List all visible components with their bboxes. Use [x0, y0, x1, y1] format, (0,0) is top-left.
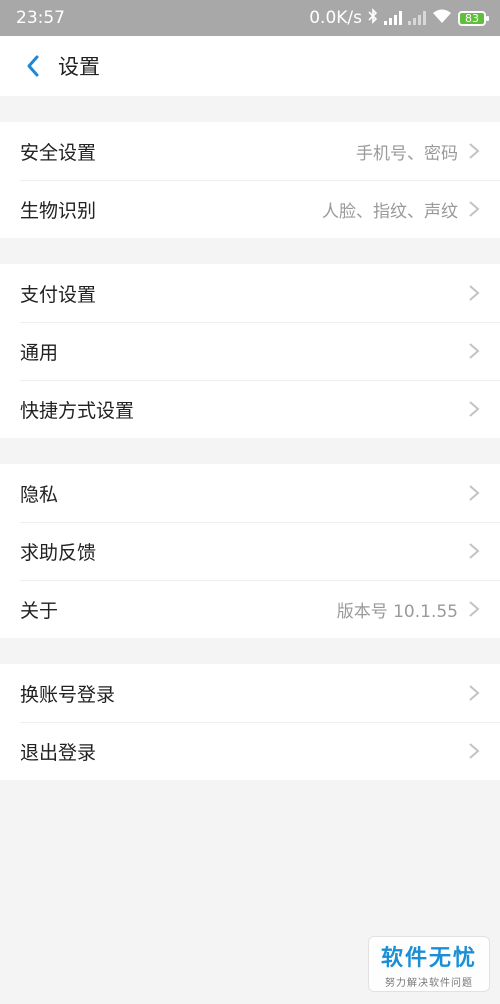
bluetooth-icon: [368, 7, 378, 29]
chevron-right-icon: [469, 485, 480, 501]
settings-item-logout[interactable]: 退出登录: [0, 722, 500, 780]
chevron-right-icon: [469, 201, 480, 217]
settings-item-privacy[interactable]: 隐私: [0, 464, 500, 522]
settings-item-label: 通用: [20, 341, 59, 364]
chevron-right-icon: [469, 743, 480, 759]
settings-item-label: 退出登录: [20, 741, 97, 764]
settings-item-value: 手机号、密码: [356, 143, 458, 164]
chevron-right-icon: [469, 401, 480, 417]
watermark-subtitle: 努力解决软件问题: [385, 977, 473, 989]
settings-item-label: 隐私: [20, 483, 59, 506]
settings-item-label: 求助反馈: [20, 541, 97, 564]
watermark-title: 软件无忧: [380, 945, 477, 971]
settings-group-general: 支付设置 通用 快捷方式设置: [0, 264, 500, 438]
chevron-right-icon: [469, 685, 480, 701]
settings-group-session: 换账号登录 退出登录: [0, 664, 500, 780]
settings-item-label: 安全设置: [20, 141, 97, 164]
settings-item-biometrics[interactable]: 生物识别 人脸、指纹、声纹: [0, 180, 500, 238]
settings-item-shortcuts[interactable]: 快捷方式设置: [0, 380, 500, 438]
chevron-right-icon: [469, 285, 480, 301]
settings-item-label: 换账号登录: [20, 683, 116, 706]
signal-icon: [384, 11, 402, 25]
settings-item-label: 关于: [20, 599, 59, 622]
chevron-right-icon: [469, 143, 480, 159]
settings-item-label: 支付设置: [20, 283, 97, 306]
settings-item-general[interactable]: 通用: [0, 322, 500, 380]
app-header: 设置: [0, 36, 500, 96]
settings-item-feedback[interactable]: 求助反馈: [0, 522, 500, 580]
settings-item-payment[interactable]: 支付设置: [0, 264, 500, 322]
status-bar: 23:57 0.0K/s 83: [0, 0, 500, 36]
settings-item-label: 快捷方式设置: [20, 399, 135, 422]
battery-level: 83: [465, 11, 479, 25]
settings-item-security[interactable]: 安全设置 手机号、密码: [0, 122, 500, 180]
signal-secondary-icon: [408, 11, 426, 25]
wifi-icon: [432, 8, 452, 29]
chevron-right-icon: [469, 601, 480, 617]
status-icons: 0.0K/s 83: [309, 7, 489, 29]
battery-icon: 83: [458, 10, 489, 26]
chevron-left-icon: [27, 55, 39, 77]
back-button[interactable]: [16, 49, 50, 83]
settings-item-switch-account[interactable]: 换账号登录: [0, 664, 500, 722]
settings-item-label: 生物识别: [20, 199, 97, 222]
settings-item-value: 人脸、指纹、声纹: [322, 201, 458, 222]
status-time: 23:57: [16, 8, 65, 28]
settings-item-value: 版本号 10.1.55: [336, 601, 458, 622]
page-title: 设置: [58, 55, 100, 79]
chevron-right-icon: [469, 343, 480, 359]
watermark-logo: 软件无忧 努力解决软件问题: [368, 936, 490, 992]
settings-group-info: 隐私 求助反馈 关于 版本号 10.1.55: [0, 464, 500, 638]
settings-group-account: 安全设置 手机号、密码 生物识别 人脸、指纹、声纹: [0, 122, 500, 238]
chevron-right-icon: [469, 543, 480, 559]
settings-item-about[interactable]: 关于 版本号 10.1.55: [0, 580, 500, 638]
network-speed: 0.0K/s: [309, 8, 362, 28]
